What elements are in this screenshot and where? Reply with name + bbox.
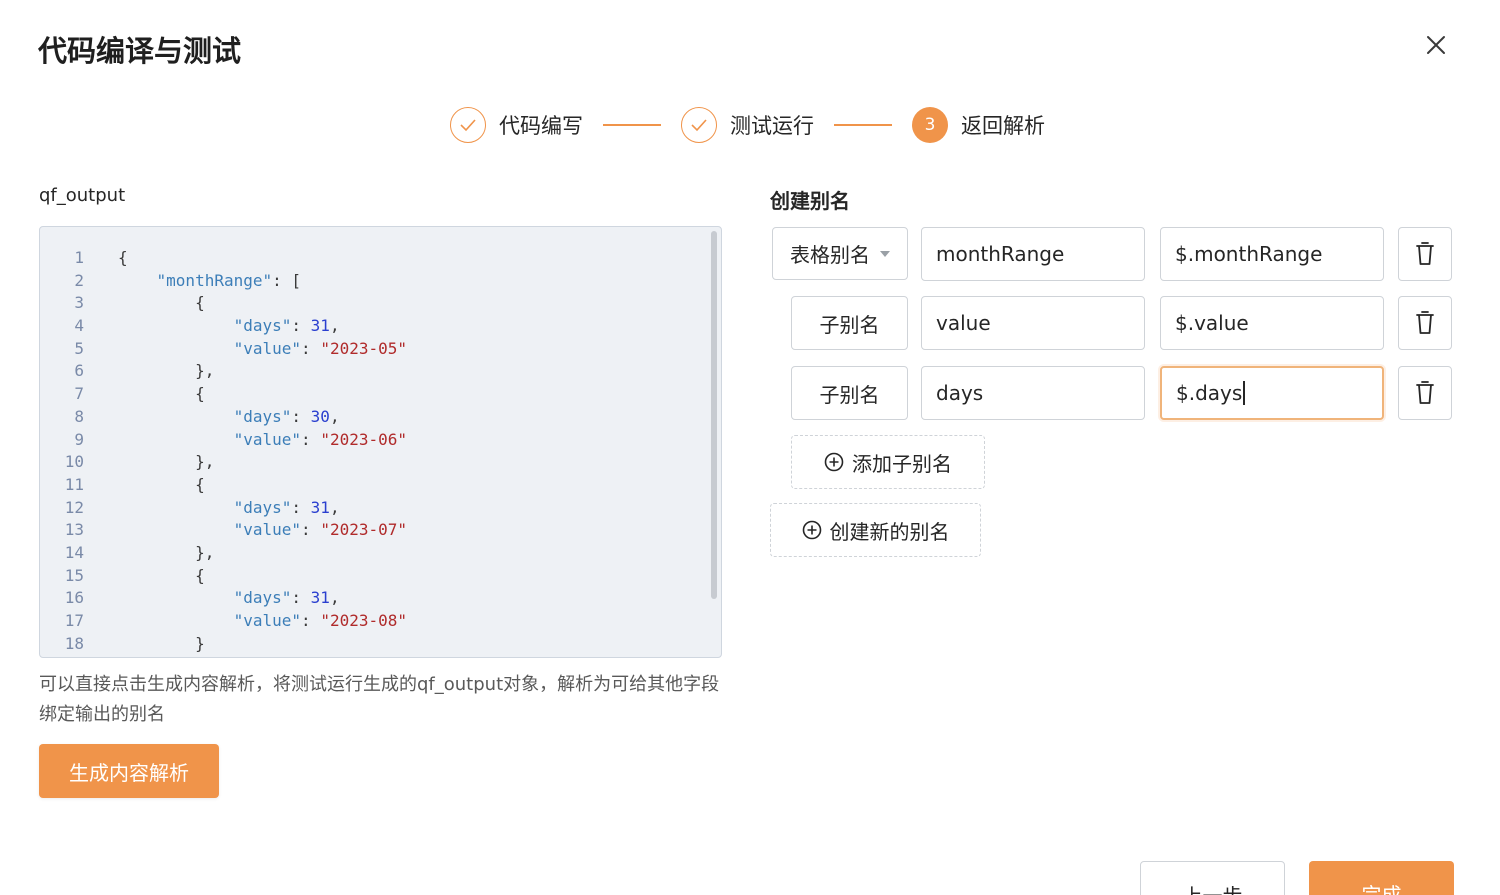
step-test-run: 测试运行 <box>681 107 814 143</box>
chevron-down-icon <box>880 250 890 257</box>
alias-path-input[interactable]: $.monthRange <box>1160 227 1384 281</box>
sub-alias-label: 子别名 <box>791 366 908 420</box>
alias-path-value: $.value <box>1175 311 1249 335</box>
code-line: 4 "days": 31, <box>74 316 340 336</box>
alias-name-input[interactable]: monthRange <box>921 227 1145 281</box>
plus-circle-icon <box>824 452 844 472</box>
delete-alias-button[interactable] <box>1398 296 1452 350</box>
plus-circle-icon <box>802 520 821 540</box>
code-line: 8 "days": 30, <box>74 406 340 426</box>
check-icon <box>681 107 717 143</box>
alias-path-value: $.days <box>1176 381 1243 405</box>
trash-icon <box>1416 311 1434 334</box>
step-connector <box>834 124 892 126</box>
alias-type-label: 表格别名 <box>790 243 870 267</box>
prev-step-button[interactable]: 上一步 <box>1140 861 1285 895</box>
dialog-title: 代码编译与测试 <box>38 34 242 68</box>
code-line: 18 } <box>64 633 205 653</box>
check-icon <box>450 107 486 143</box>
step-code-writing: 代码编写 <box>450 107 583 143</box>
step-label: 测试运行 <box>730 114 814 138</box>
alias-name-value: value <box>936 311 991 335</box>
parse-hint: 可以直接点击生成内容解析，将测试运行生成的qf_output对象，解析为可给其他… <box>39 674 720 725</box>
add-sub-alias-button[interactable]: 添加子别名 <box>791 435 985 489</box>
alias-name-value: monthRange <box>936 242 1065 266</box>
finish-button[interactable]: 完成 <box>1309 861 1454 895</box>
trash-icon <box>1416 381 1434 404</box>
code-line: 14 }, <box>64 542 215 562</box>
code-editor[interactable]: 1{ 2 "monthRange": [ 3 { 4 "days": 31, 5… <box>39 226 722 658</box>
step-label: 返回解析 <box>961 114 1045 138</box>
alias-path-input[interactable]: $.days <box>1160 366 1384 420</box>
alias-name-input[interactable]: value <box>921 296 1145 350</box>
code-line: 12 "days": 31, <box>64 497 340 517</box>
alias-path-value: $.monthRange <box>1175 242 1323 266</box>
close-icon[interactable] <box>1423 32 1449 58</box>
sub-alias-label: 子别名 <box>791 296 908 350</box>
code-line: 6 }, <box>74 361 215 381</box>
output-label: qf_output <box>39 185 126 206</box>
alias-type-label: 子别名 <box>819 382 880 407</box>
code-content: 1{ 2 "monthRange": [ 3 { 4 "days": 31, 5… <box>40 247 721 655</box>
step-return-parse: 3 返回解析 <box>912 107 1045 143</box>
alias-path-input[interactable]: $.value <box>1160 296 1384 350</box>
code-line: 2 "monthRange": [ <box>74 270 302 290</box>
delete-alias-button[interactable] <box>1398 227 1452 281</box>
alias-type-label: 子别名 <box>819 312 880 337</box>
step-number: 3 <box>912 107 948 143</box>
alias-name-value: days <box>936 381 984 405</box>
create-new-alias-button[interactable]: 创建新的别名 <box>770 503 981 557</box>
code-line: 7 { <box>74 384 205 404</box>
create-new-alias-label: 创建新的别名 <box>829 519 950 544</box>
code-line: 1{ <box>74 248 128 267</box>
text-cursor <box>1243 381 1245 405</box>
editor-scrollbar[interactable] <box>711 231 717 599</box>
code-line: 10 }, <box>64 452 215 472</box>
alias-name-input[interactable]: days <box>921 366 1145 420</box>
code-line: 3 { <box>74 293 205 313</box>
generate-parse-button[interactable]: 生成内容解析 <box>39 744 219 798</box>
code-line: 16 "days": 31, <box>64 588 340 608</box>
code-line: 11 { <box>64 474 205 494</box>
trash-icon <box>1416 242 1434 265</box>
code-line: 15 { <box>64 565 205 585</box>
code-line: 5 "value": "2023-05" <box>74 338 408 358</box>
step-connector <box>603 124 661 126</box>
step-label: 代码编写 <box>499 114 583 138</box>
code-line: 17 "value": "2023-08" <box>64 611 408 630</box>
alias-section-title: 创建别名 <box>770 189 850 213</box>
code-line: 9 "value": "2023-06" <box>74 429 408 449</box>
code-line: 13 "value": "2023-07" <box>64 520 408 540</box>
add-sub-alias-label: 添加子别名 <box>852 451 952 476</box>
steps-bar: 代码编写 测试运行 3 返回解析 <box>450 106 1045 144</box>
delete-alias-button[interactable] <box>1398 366 1452 420</box>
alias-type-select[interactable]: 表格别名 <box>772 227 908 280</box>
